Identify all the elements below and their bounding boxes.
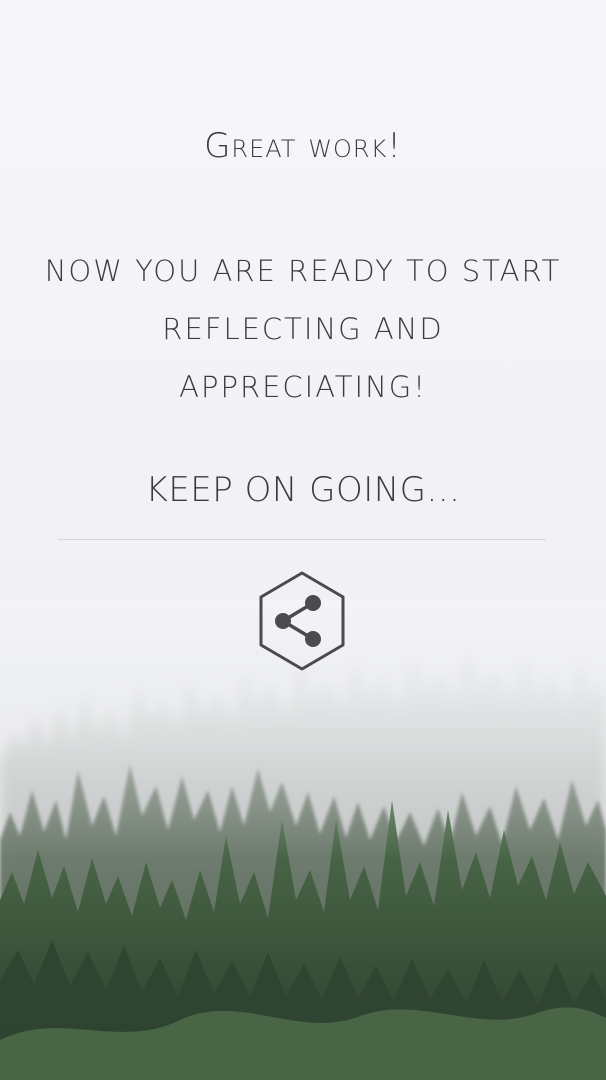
completion-message-line: reflecting and xyxy=(162,312,444,346)
share-button[interactable] xyxy=(256,570,348,672)
divider xyxy=(58,539,546,540)
completion-message: now you are ready to start reflecting an… xyxy=(40,242,566,416)
completion-heading: Great work! xyxy=(204,126,402,166)
completion-message-line: now you are ready to start xyxy=(44,254,562,288)
completion-screen: Great work! now you are ready to start r… xyxy=(0,0,606,1080)
hexagon-frame-icon xyxy=(259,571,345,671)
completion-message-line: appreciating! xyxy=(179,370,427,404)
keep-going-text: KEEP ON GOING... xyxy=(145,470,461,510)
share-icon xyxy=(275,595,321,647)
